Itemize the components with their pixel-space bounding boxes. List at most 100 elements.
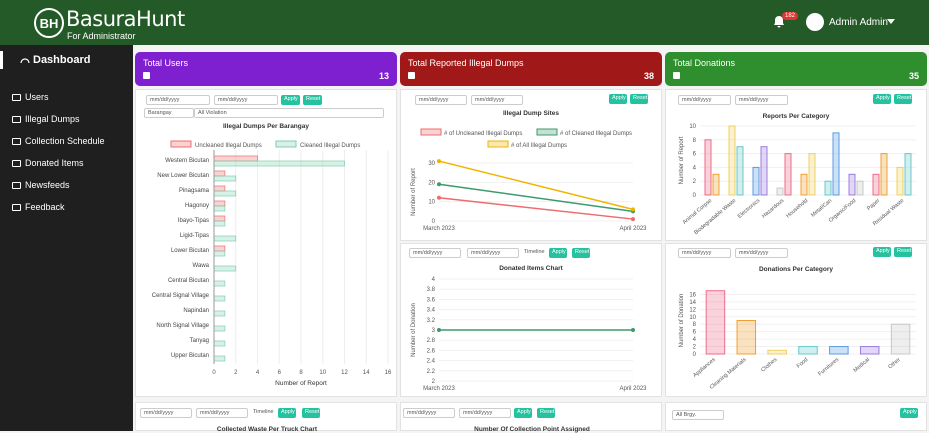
end-date-input[interactable]: mm/dd/yyyy bbox=[196, 408, 248, 418]
x-tick-label: Other bbox=[887, 357, 902, 371]
logo-icon[interactable]: BH bbox=[34, 8, 64, 38]
end-date-input[interactable]: mm/dd/yyyy bbox=[214, 95, 278, 105]
apply-button[interactable]: Apply bbox=[873, 247, 891, 257]
newspaper-icon bbox=[12, 181, 21, 189]
chart-title: Collected Waste Per Truck Chart bbox=[216, 426, 318, 433]
y-axis-label: Number of Report bbox=[411, 168, 417, 216]
reset-button[interactable]: Reset bbox=[303, 95, 322, 105]
y-tick-label: Lower Bicutan bbox=[171, 248, 209, 254]
y-tick-label: Hagonoy bbox=[185, 203, 209, 209]
chevron-down-icon[interactable] bbox=[887, 19, 895, 24]
x-tick-label: Metal/Can bbox=[810, 198, 833, 219]
barangay-select[interactable]: Barangay bbox=[144, 108, 194, 118]
card-title: Total Donations bbox=[673, 58, 736, 68]
user-avatar-icon[interactable] bbox=[806, 13, 824, 31]
sidebar-item-users[interactable]: Users bbox=[12, 92, 49, 102]
x-tick-label: Electronics bbox=[737, 198, 762, 220]
x-tick-label: Household bbox=[785, 198, 809, 219]
bar bbox=[213, 175, 237, 182]
x-tick-label: 6 bbox=[278, 370, 282, 376]
violation-select[interactable]: All Violation bbox=[194, 108, 384, 118]
x-tick-label: Appliances bbox=[692, 357, 717, 379]
y-tick-label: North Signal Village bbox=[156, 323, 209, 329]
y-tick-label: 2.6 bbox=[427, 348, 436, 354]
total-users-card[interactable]: Total Users 13 bbox=[135, 52, 397, 86]
sidebar-item-illegal-dumps[interactable]: Illegal Dumps bbox=[12, 114, 80, 124]
sidebar-item-donated-items[interactable]: Donated Items bbox=[12, 158, 84, 168]
calendar-icon bbox=[12, 137, 21, 145]
sidebar-item-newsfeeds[interactable]: Newsfeeds bbox=[12, 180, 70, 190]
data-point bbox=[631, 217, 635, 222]
y-tick-label: Ligid-Tipas bbox=[180, 233, 209, 239]
reset-button[interactable]: Reset bbox=[302, 408, 320, 418]
barangay-bar-chart: Illegal Dumps Per Barangay Uncleaned Ille… bbox=[152, 123, 392, 387]
legend-swatch bbox=[536, 128, 558, 136]
apply-button[interactable]: Apply bbox=[281, 95, 300, 105]
sidebar-item-collection-schedule[interactable]: Collection Schedule bbox=[12, 136, 105, 146]
start-date-input[interactable]: mm/dd/yyyy bbox=[146, 95, 210, 105]
apply-button[interactable]: Apply bbox=[278, 408, 296, 418]
bar bbox=[829, 346, 849, 355]
y-tick-label: 4 bbox=[432, 277, 436, 283]
y-tick-label: 4 bbox=[693, 165, 697, 171]
y-tick-label: 0 bbox=[693, 193, 697, 199]
end-date-input[interactable]: mm/dd/yyyy bbox=[459, 408, 511, 418]
start-date-input[interactable]: mm/dd/yyyy bbox=[678, 248, 731, 258]
total-illegal-dumps-card[interactable]: Total Reported Illegal Dumps 38 bbox=[400, 52, 662, 86]
timeline-select[interactable]: Timeline bbox=[521, 248, 545, 258]
y-tick-label: 3.4 bbox=[427, 308, 436, 314]
apply-button[interactable]: Apply bbox=[514, 408, 532, 418]
bar bbox=[767, 349, 787, 355]
start-date-input[interactable]: mm/dd/yyyy bbox=[415, 95, 467, 105]
x-tick-label: March 2023 bbox=[423, 386, 455, 392]
apply-button[interactable]: Apply bbox=[873, 94, 891, 104]
bar bbox=[213, 200, 226, 207]
total-donations-card[interactable]: Total Donations 35 bbox=[665, 52, 927, 86]
bar bbox=[213, 235, 237, 242]
apply-button[interactable]: Apply bbox=[609, 94, 627, 104]
bar bbox=[776, 187, 784, 196]
legend-swatch bbox=[420, 128, 442, 136]
reset-button[interactable]: Reset bbox=[894, 247, 912, 257]
y-tick-label: Ibayo-Tipas bbox=[178, 218, 209, 224]
start-date-input[interactable]: mm/dd/yyyy bbox=[409, 248, 461, 258]
y-tick-label: 10 bbox=[689, 315, 696, 321]
reset-button[interactable]: Reset bbox=[537, 408, 555, 418]
donated-items-line-chart: Donated Items Chart 2 2.2 2.4 2.6 2.8 3 3.2 3.4 3… bbox=[411, 265, 647, 392]
start-date-input[interactable]: mm/dd/yyyy bbox=[403, 408, 455, 418]
reset-button[interactable]: Reset bbox=[894, 94, 912, 104]
end-date-input[interactable]: mm/dd/yyyy bbox=[735, 95, 788, 105]
x-tick-label: April 2023 bbox=[619, 386, 647, 392]
x-tick-label: Medical bbox=[853, 357, 871, 374]
y-tick-label: 3.6 bbox=[427, 297, 436, 303]
bar bbox=[800, 173, 808, 196]
data-point bbox=[631, 207, 635, 212]
chart-title: Reports Per Category bbox=[763, 113, 830, 120]
card-value: 13 bbox=[378, 71, 389, 81]
sidebar-item-dashboard[interactable]: Dashboard bbox=[0, 51, 133, 69]
sidebar-item-feedback[interactable]: Feedback bbox=[12, 202, 65, 212]
end-date-input[interactable]: mm/dd/yyyy bbox=[735, 248, 788, 258]
y-tick-label: 8 bbox=[693, 138, 697, 144]
apply-button[interactable]: Apply bbox=[900, 408, 918, 418]
x-tick-label: March 2023 bbox=[423, 226, 455, 232]
start-date-input[interactable]: mm/dd/yyyy bbox=[678, 95, 731, 105]
brgy-select[interactable]: All Brgy. bbox=[672, 410, 724, 420]
y-axis-label: Number of Donation bbox=[679, 294, 685, 348]
end-date-input[interactable]: mm/dd/yyyy bbox=[471, 95, 523, 105]
y-tick-label: Western Bicutan bbox=[165, 158, 209, 164]
collected-waste-panel: mm/dd/yyyy mm/dd/yyyy Timeline Apply Res… bbox=[135, 402, 397, 433]
apply-button[interactable]: Apply bbox=[549, 248, 567, 258]
user-menu[interactable]: Admin Admin bbox=[829, 17, 888, 28]
bar bbox=[890, 323, 911, 355]
start-date-input[interactable]: mm/dd/yyyy bbox=[140, 408, 192, 418]
reset-button[interactable]: Reset bbox=[630, 94, 648, 104]
app-title[interactable]: BasuraHunt bbox=[66, 7, 185, 31]
end-date-input[interactable]: mm/dd/yyyy bbox=[467, 248, 519, 258]
data-point bbox=[437, 182, 441, 187]
box-icon bbox=[12, 159, 21, 167]
timeline-select[interactable]: Timeline bbox=[250, 408, 274, 418]
reset-button[interactable]: Reset bbox=[572, 248, 590, 258]
bar bbox=[712, 173, 720, 196]
bar bbox=[213, 325, 226, 332]
